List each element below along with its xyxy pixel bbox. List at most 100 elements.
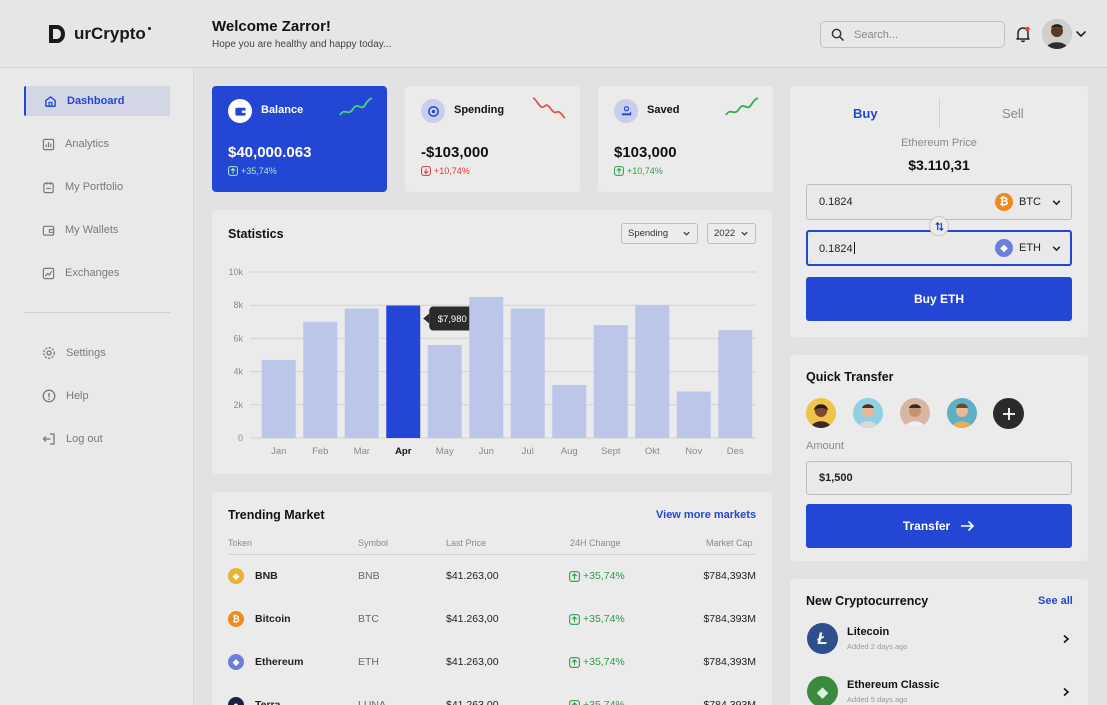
welcome-block: Welcome Zarror! Hope you are healthy and…	[212, 18, 391, 50]
token-price: $41.263,00	[446, 613, 499, 625]
x-tick-label: Apr	[395, 446, 412, 457]
logo[interactable]: urCrypto	[48, 24, 151, 44]
contact-avatar[interactable]	[806, 398, 836, 428]
sidebar-item-settings[interactable]: Settings	[24, 338, 170, 368]
search-box[interactable]	[820, 21, 1005, 48]
see-all-link[interactable]: See all	[1038, 595, 1073, 607]
sidebar-item-analytics[interactable]: Analytics	[24, 129, 170, 159]
tab-sell[interactable]: Sell	[1002, 106, 1024, 121]
bar-sept[interactable]	[593, 325, 628, 438]
swap-icon	[934, 221, 944, 231]
stat-value: $103,000	[614, 144, 677, 161]
user-avatar[interactable]	[1042, 19, 1072, 49]
view-more-markets-link[interactable]: View more markets	[656, 509, 756, 521]
list-item[interactable]: ◆ Ethereum Classic Added 5 days ago	[806, 675, 1072, 705]
tab-buy[interactable]: Buy	[853, 106, 878, 121]
bar-aug[interactable]	[552, 384, 587, 438]
crypto-name: Litecoin	[847, 626, 890, 638]
bar-jun[interactable]	[469, 296, 504, 438]
balance-card[interactable]: Balance $40,000.063 +35,74%	[212, 86, 387, 192]
sparkline-down-icon	[532, 97, 566, 119]
litecoin-icon: Ł	[807, 623, 838, 654]
trending-market-card	[212, 492, 772, 705]
sidebar-item-portfolio[interactable]: My Portfolio	[24, 172, 170, 202]
table-row[interactable]: ◆ Ethereum ETH $41.263,00 +35,74% $784,393M	[228, 652, 756, 672]
arrow-up-icon	[569, 656, 580, 668]
sidebar-item-help[interactable]: Help	[24, 381, 170, 411]
to-amount-text: 0.1824	[819, 243, 853, 255]
token-market-cap: $784,393M	[703, 613, 756, 625]
spending-card[interactable]: Spending -$103,000 +10,74%	[405, 86, 580, 192]
avatar-image	[811, 404, 831, 428]
chevron-down-icon	[741, 231, 748, 236]
bar-des[interactable]	[718, 330, 753, 438]
bar-jan[interactable]	[261, 359, 296, 438]
chevron-down-icon	[683, 231, 690, 236]
sidebar-item-dashboard[interactable]: Dashboard	[24, 86, 170, 116]
year-select[interactable]: 2022	[707, 223, 756, 244]
currency-code: BTC	[1019, 196, 1041, 208]
sparkline-up-icon	[339, 97, 373, 116]
token-market-cap: $784,393M	[703, 699, 756, 705]
transfer-amount-field[interactable]: $1,500	[806, 461, 1072, 495]
token-name: BNB	[255, 570, 278, 582]
stat-change-value: +10,74%	[627, 166, 663, 176]
swap-button[interactable]	[929, 216, 949, 236]
bar-okt[interactable]	[635, 305, 670, 438]
sidebar-item-wallets[interactable]: My Wallets	[24, 215, 170, 245]
bar-feb[interactable]	[303, 321, 338, 438]
arrow-right-icon	[961, 520, 975, 532]
from-amount-field[interactable]: 0.1824 ₿ BTC	[806, 184, 1072, 220]
token-name: Bitcoin	[255, 613, 291, 625]
stat-change: +35,74%	[228, 166, 277, 176]
column-header-symbol: Symbol	[358, 538, 389, 548]
bar-jul[interactable]	[510, 308, 545, 438]
spending-select[interactable]: Spending	[621, 223, 698, 244]
saved-card[interactable]: Saved $103,000 +10,74%	[598, 86, 773, 192]
x-tick-label: Sept	[601, 446, 621, 457]
spending-bar-chart: 10k 8k 6k 4k 2k 0 Jan Feb Mar Apr $7,980 May Jun Jul A…	[228, 267, 756, 457]
sidebar-item-logout[interactable]: Log out	[24, 424, 170, 454]
to-currency-select[interactable]: ◆ ETH	[995, 239, 1062, 257]
chevron-down-icon[interactable]	[1075, 28, 1087, 40]
savings-icon	[614, 99, 638, 123]
tooltip-pointer	[423, 313, 430, 324]
contact-avatar[interactable]	[947, 398, 977, 428]
bar-apr[interactable]	[386, 305, 421, 438]
token-symbol: ETH	[358, 656, 379, 668]
list-item[interactable]: Ł Litecoin Added 2 days ago	[806, 622, 1072, 656]
stat-label: Saved	[647, 104, 680, 116]
token-change-value: +35,74%	[583, 656, 625, 668]
token-change: +35,74%	[569, 699, 625, 705]
add-contact-button[interactable]	[993, 398, 1024, 429]
table-row[interactable]: ◆ BNB BNB $41.263,00 +35,74% $784,393M	[228, 566, 756, 586]
bar-may[interactable]	[427, 345, 462, 438]
home-icon	[45, 95, 56, 107]
x-tick-label: Jul	[522, 446, 534, 457]
table-row[interactable]: ₿ Bitcoin BTC $41.263,00 +35,74% $784,393M	[228, 609, 756, 629]
bell-icon[interactable]	[1014, 25, 1032, 43]
crypto-added: Added 5 days ago	[847, 695, 908, 704]
from-currency-select[interactable]: ₿ BTC	[995, 193, 1062, 211]
search-input[interactable]	[854, 28, 984, 41]
bar-mar[interactable]	[344, 308, 379, 438]
crypto-name: Ethereum Classic	[847, 679, 940, 691]
transfer-button[interactable]: Transfer	[806, 504, 1072, 548]
sidebar-item-label: Log out	[66, 433, 103, 445]
table-row[interactable]: ● Terra LUNA $41.263,00 +35,74% $784,393M	[228, 695, 756, 705]
buy-eth-button[interactable]: Buy ETH	[806, 277, 1072, 321]
wallet-icon	[228, 99, 252, 123]
brand-dot	[147, 26, 151, 30]
token-price: $41.263,00	[446, 570, 499, 582]
bar-nov[interactable]	[676, 391, 711, 438]
column-header-token: Token	[228, 538, 253, 548]
column-header-market-cap: Market Cap	[706, 538, 753, 548]
contact-avatar[interactable]	[853, 398, 883, 428]
token-change: +35,74%	[569, 613, 625, 625]
wallet-icon	[42, 225, 55, 236]
contact-avatar[interactable]	[900, 398, 930, 428]
sidebar-item-exchanges[interactable]: Exchanges	[24, 258, 170, 288]
spending-icon	[421, 99, 445, 123]
stat-label: Balance	[261, 104, 304, 116]
y-tick-label: 4k	[233, 367, 243, 377]
